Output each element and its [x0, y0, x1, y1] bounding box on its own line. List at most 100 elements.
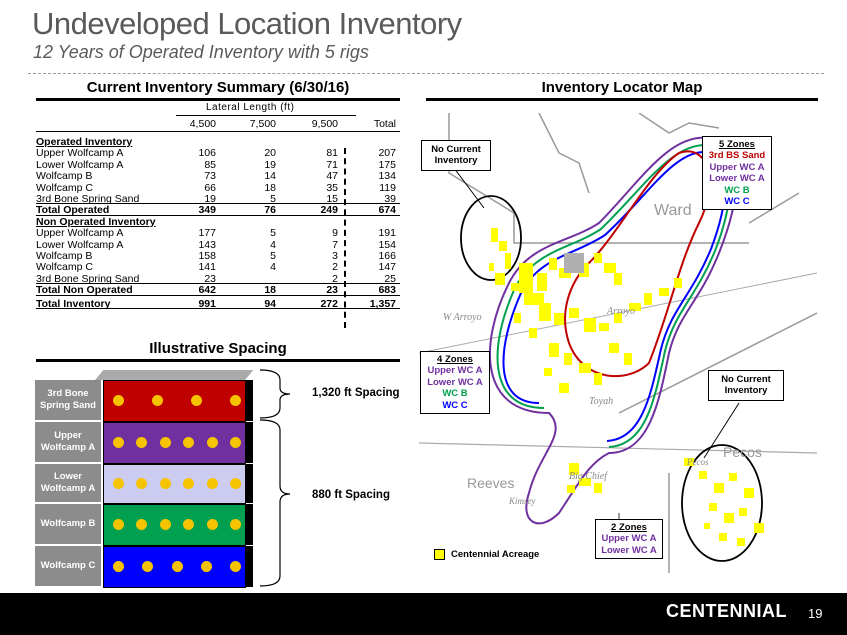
- spacing-title: Illustrative Spacing: [149, 340, 287, 357]
- well-dot: [152, 395, 163, 406]
- table-cell: 85: [204, 158, 216, 171]
- table-cell: 191: [378, 227, 396, 240]
- place-label: Reeves: [467, 475, 515, 491]
- column-header-row: 4,500 7,500 9,500 Total: [36, 118, 400, 130]
- zone-line: Upper WC A: [709, 161, 765, 173]
- place-label: Kimsey: [509, 496, 536, 506]
- well-dot: [113, 478, 124, 489]
- acreage-block: [674, 278, 682, 288]
- table-cell: 7: [332, 238, 338, 251]
- inventory-summary-title: Current Inventory Summary (6/30/16): [86, 79, 350, 96]
- header-bottom-line: [36, 131, 400, 132]
- place-label: Pecos: [723, 444, 762, 460]
- table-cell: 4: [270, 261, 276, 274]
- table-cell: 14: [264, 170, 276, 183]
- row-label: Wolfcamp B: [36, 250, 93, 262]
- table-cell: 147: [378, 261, 396, 274]
- well-dot: [113, 437, 124, 448]
- column-dashed-separator: [344, 148, 346, 328]
- row-label: Lower Wolfcamp A: [36, 158, 124, 171]
- table-cell: 5: [270, 227, 276, 240]
- inventory-summary-underline: [36, 98, 400, 101]
- callout-4-zones: 4 Zones Upper WC A Lower WC A WC B WC C: [420, 351, 490, 414]
- acreage-block: [537, 273, 547, 291]
- inventory-locator-map[interactable]: Ward W Arroyo Arroyo Toyah Pecos Pecos R…: [419, 113, 817, 576]
- acreage-block: [624, 353, 632, 365]
- row-label: Wolfcamp C: [36, 181, 93, 194]
- acreage-block: [495, 273, 505, 285]
- well-dot: [191, 395, 202, 406]
- row-label: Upper Wolfcamp A: [36, 227, 124, 240]
- well-dot: [230, 478, 241, 489]
- acreage-block: [505, 253, 511, 269]
- acreage-block: [584, 318, 596, 332]
- acreage-block: [554, 313, 564, 325]
- acreage-block: [511, 283, 520, 291]
- page-number: 19: [808, 606, 823, 621]
- acreage-block: [544, 368, 552, 376]
- acreage-block: [579, 363, 591, 373]
- acreage-block: [599, 323, 609, 331]
- well-dot: [206, 519, 218, 530]
- row-label: Lower Wolfcamp A: [36, 238, 124, 251]
- map-underline: [426, 98, 818, 101]
- legend-label: Centennial Acreage: [451, 549, 540, 560]
- table-cell: 175: [378, 158, 396, 171]
- row-label: Operated Inventory: [36, 136, 133, 148]
- table-row: Operated Inventory: [36, 136, 400, 148]
- row-label: Non Operated Inventory: [36, 215, 156, 228]
- acreage-block: [644, 293, 652, 305]
- well-dot: [171, 561, 183, 572]
- zone-line: WC B: [442, 388, 468, 400]
- company-logo: CENTENNIAL: [666, 601, 787, 621]
- acreage-block: [567, 485, 575, 493]
- zone-line: Upper WC A: [601, 533, 657, 545]
- acreage-block: [754, 523, 764, 533]
- acreage-block: [519, 263, 533, 293]
- acreage-block: [604, 263, 616, 273]
- acreage-block: [699, 471, 707, 479]
- table-cell: 9: [332, 227, 338, 240]
- table-cell: 166: [378, 250, 396, 262]
- table-cell: 66: [204, 181, 216, 194]
- layer-label: Wolfcamp B: [35, 504, 101, 544]
- table-cell: 81: [326, 147, 338, 160]
- layer-label: Lower Wolfcamp A: [35, 464, 101, 502]
- table-cell: 143: [198, 238, 216, 251]
- acreage-block: [737, 538, 745, 546]
- well-dot: [230, 437, 241, 448]
- page-title: Undeveloped Location Inventory: [32, 6, 462, 41]
- acreage-block: [569, 308, 579, 318]
- spacing-underline: [36, 359, 400, 362]
- acreage-swatch: [434, 549, 445, 560]
- table-cell: 2: [332, 261, 338, 274]
- spacing-layer: [103, 422, 246, 464]
- zone-line: WC B: [724, 184, 750, 196]
- well-dot: [159, 437, 171, 448]
- acreage-block: [714, 483, 724, 493]
- acreage-block: [704, 523, 710, 529]
- place-label: Pecos: [687, 457, 709, 467]
- acreage-block: [594, 373, 602, 385]
- spacing-880-label: 880 ft Spacing: [312, 489, 390, 501]
- table-cell: 177: [198, 227, 216, 240]
- acreage-block: [739, 508, 747, 516]
- table-cell: 5: [270, 250, 276, 262]
- layer-label: Upper Wolfcamp A: [35, 422, 101, 462]
- table-cell: 47: [326, 170, 338, 183]
- zone-line: Lower WC A: [601, 544, 657, 556]
- acreage-block: [539, 303, 551, 321]
- acreage-block: [729, 473, 737, 481]
- well-dot: [230, 561, 241, 572]
- row-label: Upper Wolfcamp A: [36, 147, 124, 160]
- callout-5-zones: 5 Zones 3rd BS Sand Upper WC A Lower WC …: [702, 136, 772, 211]
- table-cell: 141: [198, 261, 216, 274]
- acreage-block: [609, 343, 619, 353]
- well-dot: [206, 437, 218, 448]
- spacing-layer: [103, 504, 246, 546]
- well-dot: [113, 395, 124, 406]
- place-label: Ward: [654, 202, 692, 219]
- callout-title: 5 Zones: [719, 139, 755, 150]
- well-dot: [159, 478, 171, 489]
- row-label: Wolfcamp C: [36, 261, 93, 274]
